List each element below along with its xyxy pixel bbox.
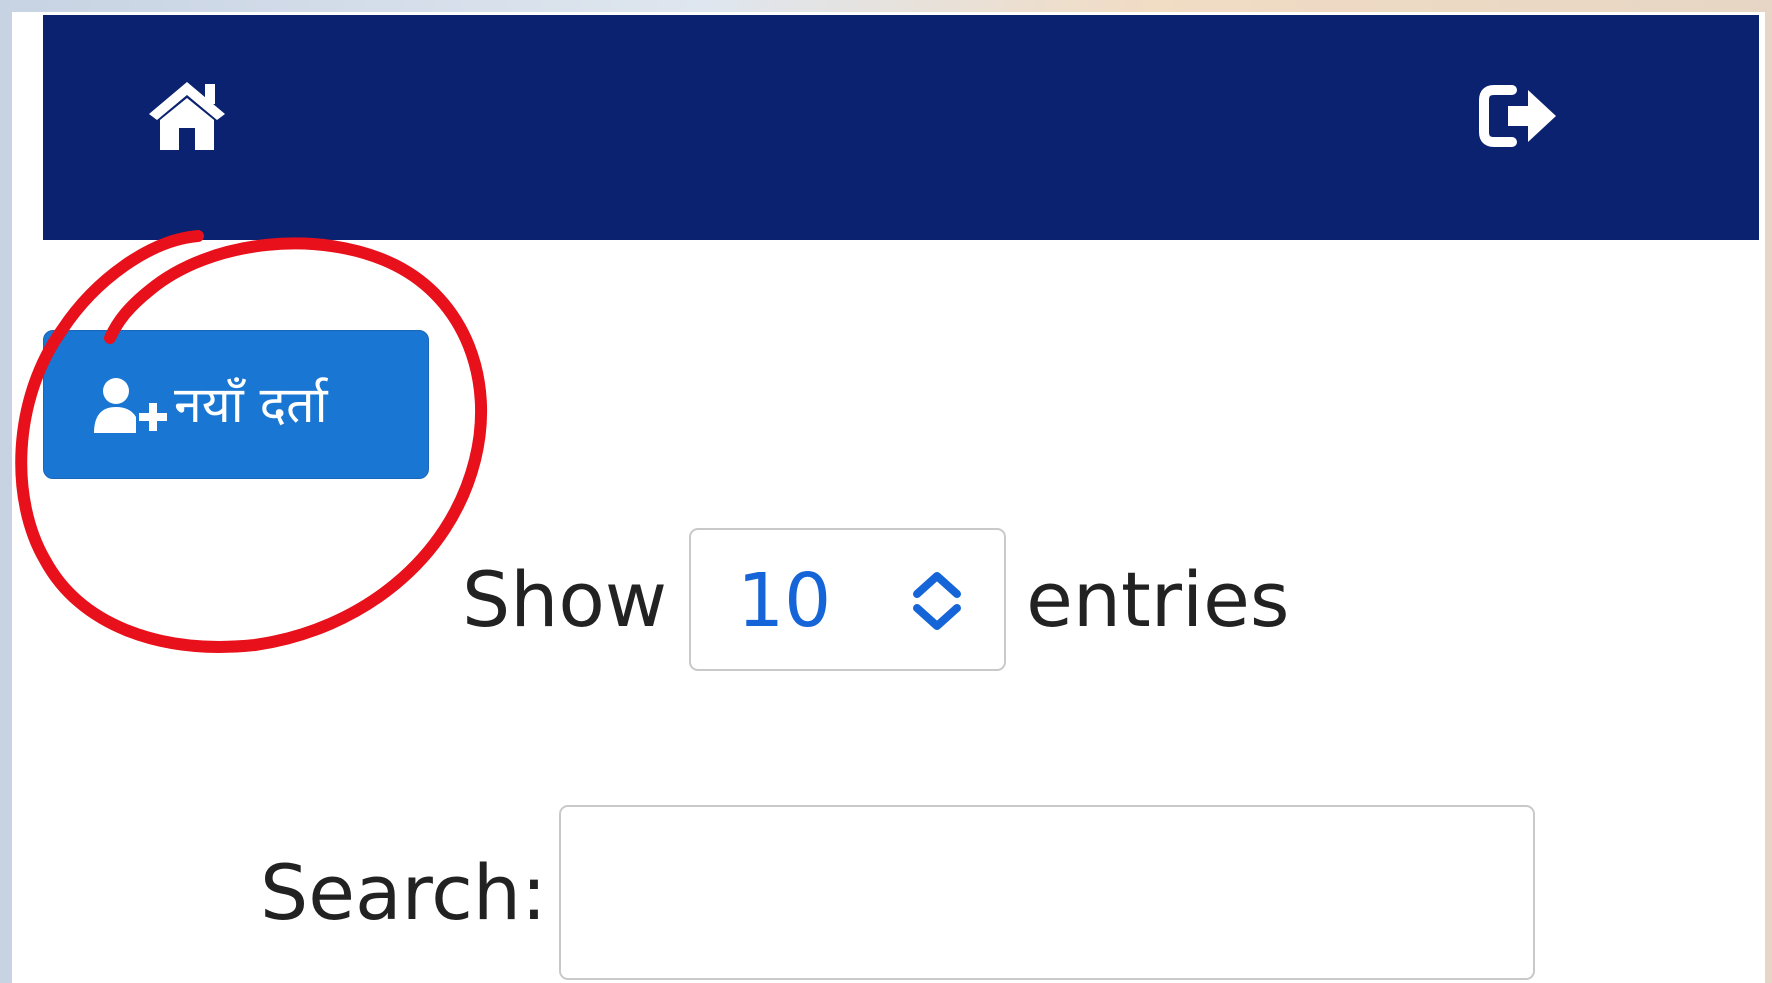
- add-button-label: नयाँ दर्ता: [174, 375, 328, 434]
- user-plus-icon: [94, 377, 167, 433]
- show-label: Show: [462, 555, 668, 644]
- entries-length-control: Show 10 entries: [462, 527, 1290, 672]
- search-control: Search:: [260, 805, 1535, 980]
- top-navbar: [43, 15, 1759, 240]
- entries-per-page-select[interactable]: 10: [689, 528, 1007, 671]
- select-arrows-icon: [913, 572, 962, 630]
- sign-out-icon[interactable]: [1478, 78, 1562, 154]
- page: नयाँ दर्ता Show 10 entries Search:: [12, 12, 1765, 983]
- home-icon[interactable]: [145, 76, 229, 152]
- entries-label: entries: [1026, 555, 1290, 644]
- search-input[interactable]: [558, 805, 1535, 980]
- add-new-registration-button[interactable]: नयाँ दर्ता: [43, 330, 429, 479]
- search-label: Search:: [260, 848, 547, 937]
- entries-selected-value: 10: [737, 558, 832, 644]
